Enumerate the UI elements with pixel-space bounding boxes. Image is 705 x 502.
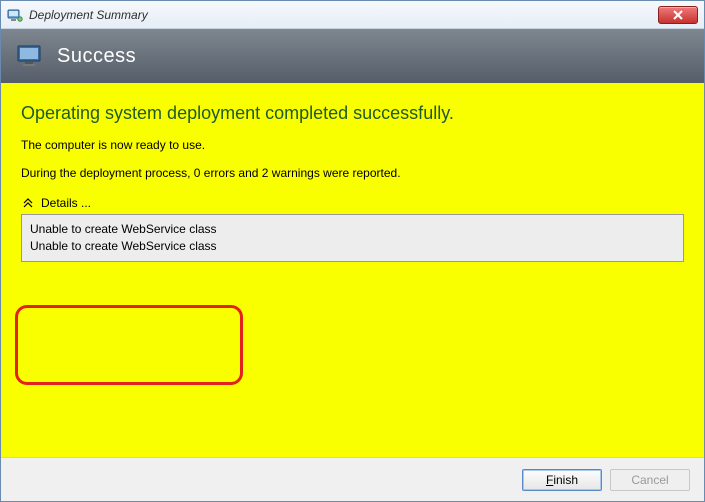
content-panel: Operating system deployment completed su… [1,83,704,457]
cancel-button: Cancel [610,469,690,491]
details-toggle[interactable]: Details ... [21,196,684,210]
monitor-icon [17,45,45,67]
banner-title: Success [57,45,136,68]
close-button[interactable] [658,6,698,24]
dialog-window: Deployment Summary Success Operating sys… [0,0,705,502]
finish-rest: inish [553,473,578,487]
summary-text: During the deployment process, 0 errors … [21,166,684,180]
success-banner: Success [1,29,704,83]
details-list: Unable to create WebService class Unable… [21,214,684,262]
dialog-footer: Finish Cancel [1,457,704,501]
window-title: Deployment Summary [29,8,652,22]
details-label: Details ... [41,196,91,210]
detail-item: Unable to create WebService class [30,238,675,255]
detail-item: Unable to create WebService class [30,221,675,238]
heading-text: Operating system deployment completed su… [21,103,684,124]
collapse-icon [21,196,35,210]
titlebar: Deployment Summary [1,1,704,29]
app-icon [7,7,23,23]
dialog-body: Success Operating system deployment comp… [1,29,704,501]
ready-text: The computer is now ready to use. [21,138,684,152]
finish-button[interactable]: Finish [522,469,602,491]
highlight-annotation [15,305,243,385]
